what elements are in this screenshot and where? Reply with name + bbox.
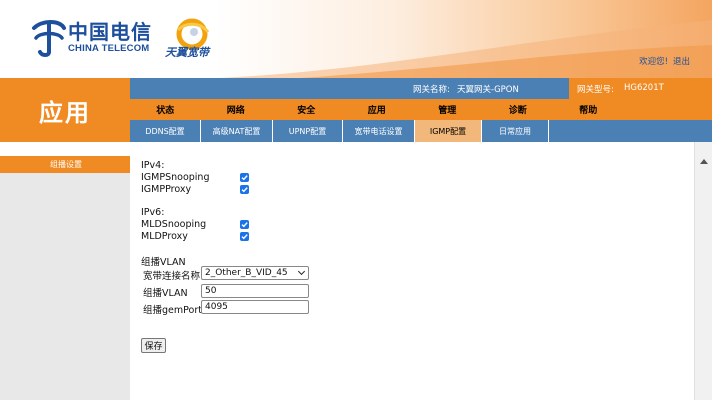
mld-proxy-checkbox[interactable] [240, 232, 249, 241]
chevron-down-icon [297, 267, 306, 276]
scrollbar[interactable] [694, 142, 712, 400]
subtab-ddns[interactable]: DDNS配置 [130, 120, 201, 142]
mld-snooping-checkbox[interactable] [240, 220, 249, 229]
vlan-input[interactable]: 50 [201, 284, 309, 298]
checkmark-icon [241, 234, 248, 240]
gateway-model-label: 网关型号: [577, 85, 614, 95]
tab-diagnosis[interactable]: 诊断 [483, 99, 554, 120]
vlan-label: 组播VLAN [143, 288, 188, 299]
brand-cn: 中国电信 [68, 20, 152, 44]
sidebar [0, 142, 130, 400]
page-title: 应用 [0, 78, 130, 142]
gateway-model-box: 网关型号: HG6201T [569, 78, 712, 99]
tab-network[interactable]: 网络 [201, 99, 272, 120]
gateway-name-value: 天翼网关-GPON [457, 85, 519, 95]
sidebar-item-multicast[interactable]: 组播设置 [0, 156, 130, 173]
ipv4-heading: IPv4: [141, 160, 165, 171]
gemport-input[interactable]: 4095 [201, 300, 309, 314]
sub-brand: 天翼宽带 [165, 46, 209, 59]
checkmark-icon [241, 187, 248, 193]
gateway-name-label: 网关名称: [413, 85, 450, 95]
wan-name-label: 宽带连接名称 [143, 271, 201, 282]
checkmark-icon [241, 222, 248, 228]
vlan-heading: 组播VLAN [141, 257, 186, 268]
checkmark-icon [241, 175, 248, 181]
brand-en: CHINA TELECOM [68, 43, 150, 54]
subtab-advanced-nat[interactable]: 高级NAT配置 [201, 120, 273, 142]
save-button[interactable]: 保存 [141, 338, 166, 353]
tab-application[interactable]: 应用 [341, 99, 412, 120]
igmp-snooping-checkbox[interactable] [240, 173, 249, 182]
wan-name-select[interactable]: 2_Other_B_VID_45 [201, 266, 309, 280]
logout-link[interactable]: 退出 [673, 57, 690, 67]
igmp-proxy-label: IGMPProxy [141, 184, 192, 195]
subtab-upnp[interactable]: UPNP配置 [273, 120, 343, 142]
gateway-info-bar: 网关名称: 天翼网关-GPON 网关型号: HG6201T [130, 78, 712, 99]
subtab-igmp[interactable]: IGMP配置 [415, 120, 482, 142]
mld-proxy-label: MLDProxy [141, 231, 188, 242]
tab-security[interactable]: 安全 [271, 99, 342, 120]
sub-nav: DDNS配置 高级NAT配置 UPNP配置 宽带电话设置 IGMP配置 日常应用 [130, 120, 712, 142]
tab-management[interactable]: 管理 [412, 99, 483, 120]
tab-help[interactable]: 帮助 [553, 99, 624, 120]
wan-name-value: 2_Other_B_VID_45 [205, 268, 288, 278]
mld-snooping-label: MLDSnooping [141, 219, 207, 230]
main-nav: 状态 网络 安全 应用 管理 诊断 帮助 [130, 99, 712, 120]
ipv6-heading: IPv6: [141, 207, 165, 218]
subtab-voip[interactable]: 宽带电话设置 [343, 120, 415, 142]
gateway-model-value: HG6201T [624, 83, 664, 93]
welcome-link[interactable]: 欢迎您! [639, 57, 668, 67]
sidebar-spacer [0, 142, 130, 156]
header-banner: 中国电信 CHINA TELECOM 天翼宽带 欢迎您! 退出 [0, 0, 712, 78]
igmp-proxy-checkbox[interactable] [240, 185, 249, 194]
gemport-label: 组播gemPort [143, 305, 202, 316]
top-links: 欢迎您! 退出 [634, 55, 690, 67]
subtab-daily-apps[interactable]: 日常应用 [482, 120, 549, 142]
igmp-snooping-label: IGMPSnooping [141, 172, 210, 183]
scroll-up-arrow-icon[interactable] [700, 159, 708, 164]
china-telecom-logo-icon [32, 20, 66, 57]
tab-status[interactable]: 状态 [130, 99, 201, 120]
